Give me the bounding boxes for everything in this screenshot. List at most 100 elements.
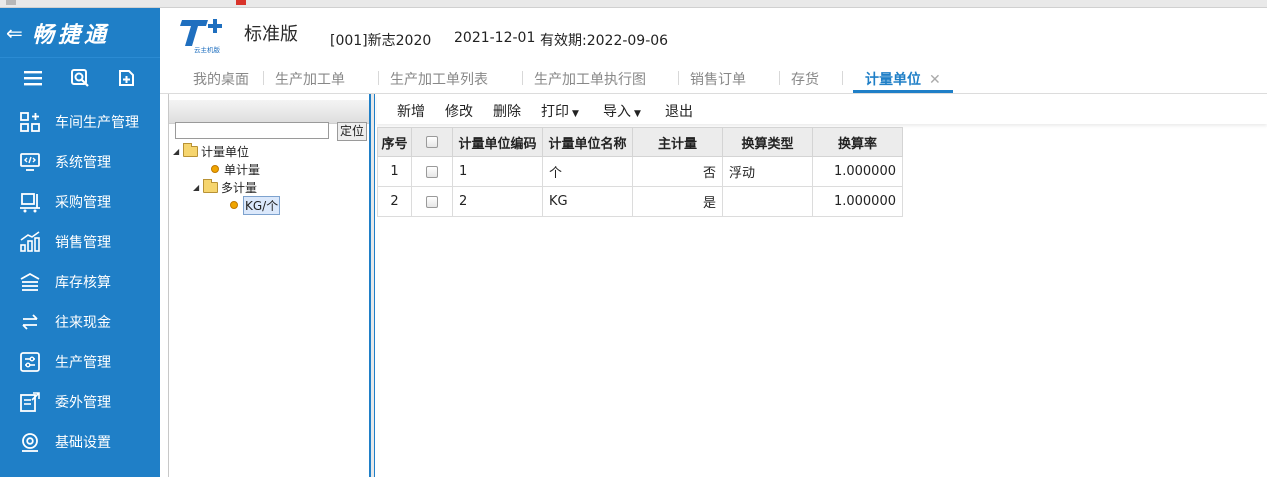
sidebar-item-label: 系统管理 — [55, 155, 111, 171]
tree-node-multi-unit[interactable]: ◢ 多计量 — [193, 178, 257, 195]
sidebar-item-inventory[interactable]: 库存核算 — [0, 262, 160, 302]
tab-production-order-list[interactable]: 生产加工单列表 — [390, 69, 488, 93]
select-all-checkbox[interactable] — [426, 136, 438, 148]
cell-conversion-rate[interactable]: 1.000000 — [812, 156, 903, 187]
chevron-down-icon: ▼ — [572, 109, 579, 119]
production-icon — [18, 350, 42, 374]
row-checkbox[interactable] — [426, 165, 438, 178]
col-conversion-type[interactable]: 换算类型 — [722, 127, 813, 157]
collapse-triangle-icon[interactable]: ◢ — [173, 147, 183, 156]
table-row[interactable]: 2 2 KG 是 1.000000 — [377, 186, 903, 217]
delete-button[interactable]: 删除 — [493, 101, 521, 121]
tree-node-kg-per-piece[interactable]: KG/个 — [230, 195, 281, 215]
purchase-icon — [18, 190, 42, 214]
brand: ⇐ 畅捷通 — [0, 8, 160, 58]
leaf-node-icon — [230, 201, 238, 209]
grid-header-row: 序号 计量单位编码 计量单位名称 主计量 换算类型 换算率 — [377, 127, 903, 157]
tab-production-order[interactable]: 生产加工单 — [275, 69, 345, 93]
col-code[interactable]: 计量单位编码 — [452, 127, 543, 157]
tplus-logo-icon: 云主机版 — [180, 19, 222, 54]
sidebar-item-cash[interactable]: 往来现金 — [0, 302, 160, 342]
tab-sales-order[interactable]: 销售订单 — [690, 69, 746, 93]
menu-icon[interactable] — [23, 69, 43, 91]
sidebar-item-production[interactable]: 生产管理 — [0, 342, 160, 382]
tree-panel-header — [169, 100, 369, 124]
edit-button[interactable]: 修改 — [445, 101, 473, 121]
login-date: 2021-12-01 — [454, 30, 536, 46]
sidebar-item-workshop[interactable]: 车间生产管理 — [0, 102, 160, 142]
sidebar-item-label: 往来现金 — [55, 315, 111, 331]
print-label: 打印 — [541, 104, 569, 120]
col-conversion-rate[interactable]: 换算率 — [812, 127, 903, 157]
tab-inventory[interactable]: 存货 — [791, 69, 819, 93]
panel-splitter[interactable] — [369, 94, 375, 477]
sidebar-item-purchase[interactable]: 采购管理 — [0, 182, 160, 222]
sidebar-item-system[interactable]: 系统管理 — [0, 142, 160, 182]
col-seq: 序号 — [377, 127, 412, 157]
print-button[interactable]: 打印 ▼ — [541, 101, 579, 121]
cell-conversion-rate[interactable]: 1.000000 — [812, 186, 903, 217]
inventory-icon — [18, 270, 42, 294]
tab-label: 计量单位 — [865, 72, 921, 88]
system-icon — [18, 150, 42, 174]
unit-grid: 序号 计量单位编码 计量单位名称 主计量 换算类型 换算率 1 1 个 否 浮动… — [377, 127, 903, 217]
validity-label: 有效期:2022-09-06 — [540, 33, 669, 49]
chevron-down-icon: ▼ — [634, 109, 641, 119]
locate-button[interactable]: 定位 — [337, 122, 367, 141]
col-name[interactable]: 计量单位名称 — [542, 127, 633, 157]
exit-button[interactable]: 退出 — [665, 101, 693, 121]
add-page-icon[interactable] — [117, 68, 137, 92]
cell-conversion-type[interactable] — [722, 186, 813, 217]
cell-select — [411, 186, 453, 217]
app-header: 云主机版 标准版 [001]新志2020 2021-12-01 有效期:2022… — [160, 8, 1267, 60]
cell-conversion-type[interactable]: 浮动 — [722, 156, 813, 187]
sidebar-item-sales[interactable]: 销售管理 — [0, 222, 160, 262]
browser-tab-marker-red — [236, 0, 246, 5]
cell-code[interactable]: 1 — [452, 156, 543, 187]
tab-separator — [522, 71, 523, 85]
close-icon[interactable]: ✕ — [929, 72, 941, 88]
table-row[interactable]: 1 1 个 否 浮动 1.000000 — [377, 156, 903, 187]
leaf-node-icon — [211, 165, 219, 173]
tree-node-single-unit[interactable]: 单计量 — [211, 161, 260, 177]
tree-search-input[interactable] — [175, 122, 329, 139]
grid-toolbar: 新增 修改 删除 打印 ▼ 导入 ▼ 退出 — [377, 94, 1267, 124]
tab-separator — [678, 71, 679, 85]
tab-unit-of-measure[interactable]: 计量单位 ✕ — [853, 69, 953, 93]
tab-separator — [779, 71, 780, 85]
tab-separator — [263, 71, 264, 85]
cell-name[interactable]: 个 — [542, 156, 633, 187]
search-icon[interactable] — [70, 68, 90, 92]
sidebar-item-outsource[interactable]: 委外管理 — [0, 382, 160, 422]
cell-main-unit[interactable]: 否 — [632, 156, 723, 187]
cell-seq: 1 — [377, 156, 412, 187]
account-label[interactable]: [001]新志2020 — [330, 30, 431, 50]
tree-node-root[interactable]: ◢ 计量单位 — [173, 142, 250, 159]
tab-separator — [378, 71, 379, 85]
import-button[interactable]: 导入 ▼ — [603, 101, 641, 121]
row-checkbox[interactable] — [426, 195, 438, 208]
sidebar-item-settings[interactable]: 基础设置 — [0, 422, 160, 462]
col-main-unit[interactable]: 主计量 — [632, 127, 723, 157]
tree-node-label: KG/个 — [243, 195, 281, 215]
collapse-triangle-icon[interactable]: ◢ — [193, 183, 203, 192]
tree-node-label: 计量单位 — [201, 144, 250, 159]
cell-main-unit[interactable]: 是 — [632, 186, 723, 217]
tab-production-execution-chart[interactable]: 生产加工单执行图 — [534, 69, 646, 93]
col-select — [411, 127, 453, 157]
new-button[interactable]: 新增 — [397, 101, 425, 121]
sidebar-toolrow — [0, 58, 160, 102]
settings-icon — [18, 430, 42, 454]
browser-tab-marker — [6, 0, 16, 5]
cell-name[interactable]: KG — [542, 186, 633, 217]
browser-top-strip — [0, 0, 1267, 8]
cell-code[interactable]: 2 — [452, 186, 543, 217]
workshop-icon — [18, 110, 42, 134]
outsource-icon — [18, 390, 42, 414]
edition-label: 标准版 — [244, 24, 298, 45]
tab-separator — [842, 71, 843, 85]
cell-seq: 2 — [377, 186, 412, 217]
tab-desktop[interactable]: 我的桌面 — [193, 69, 249, 93]
tree-node-label: 单计量 — [224, 162, 261, 177]
back-arrow-icon[interactable]: ⇐ — [6, 21, 32, 45]
